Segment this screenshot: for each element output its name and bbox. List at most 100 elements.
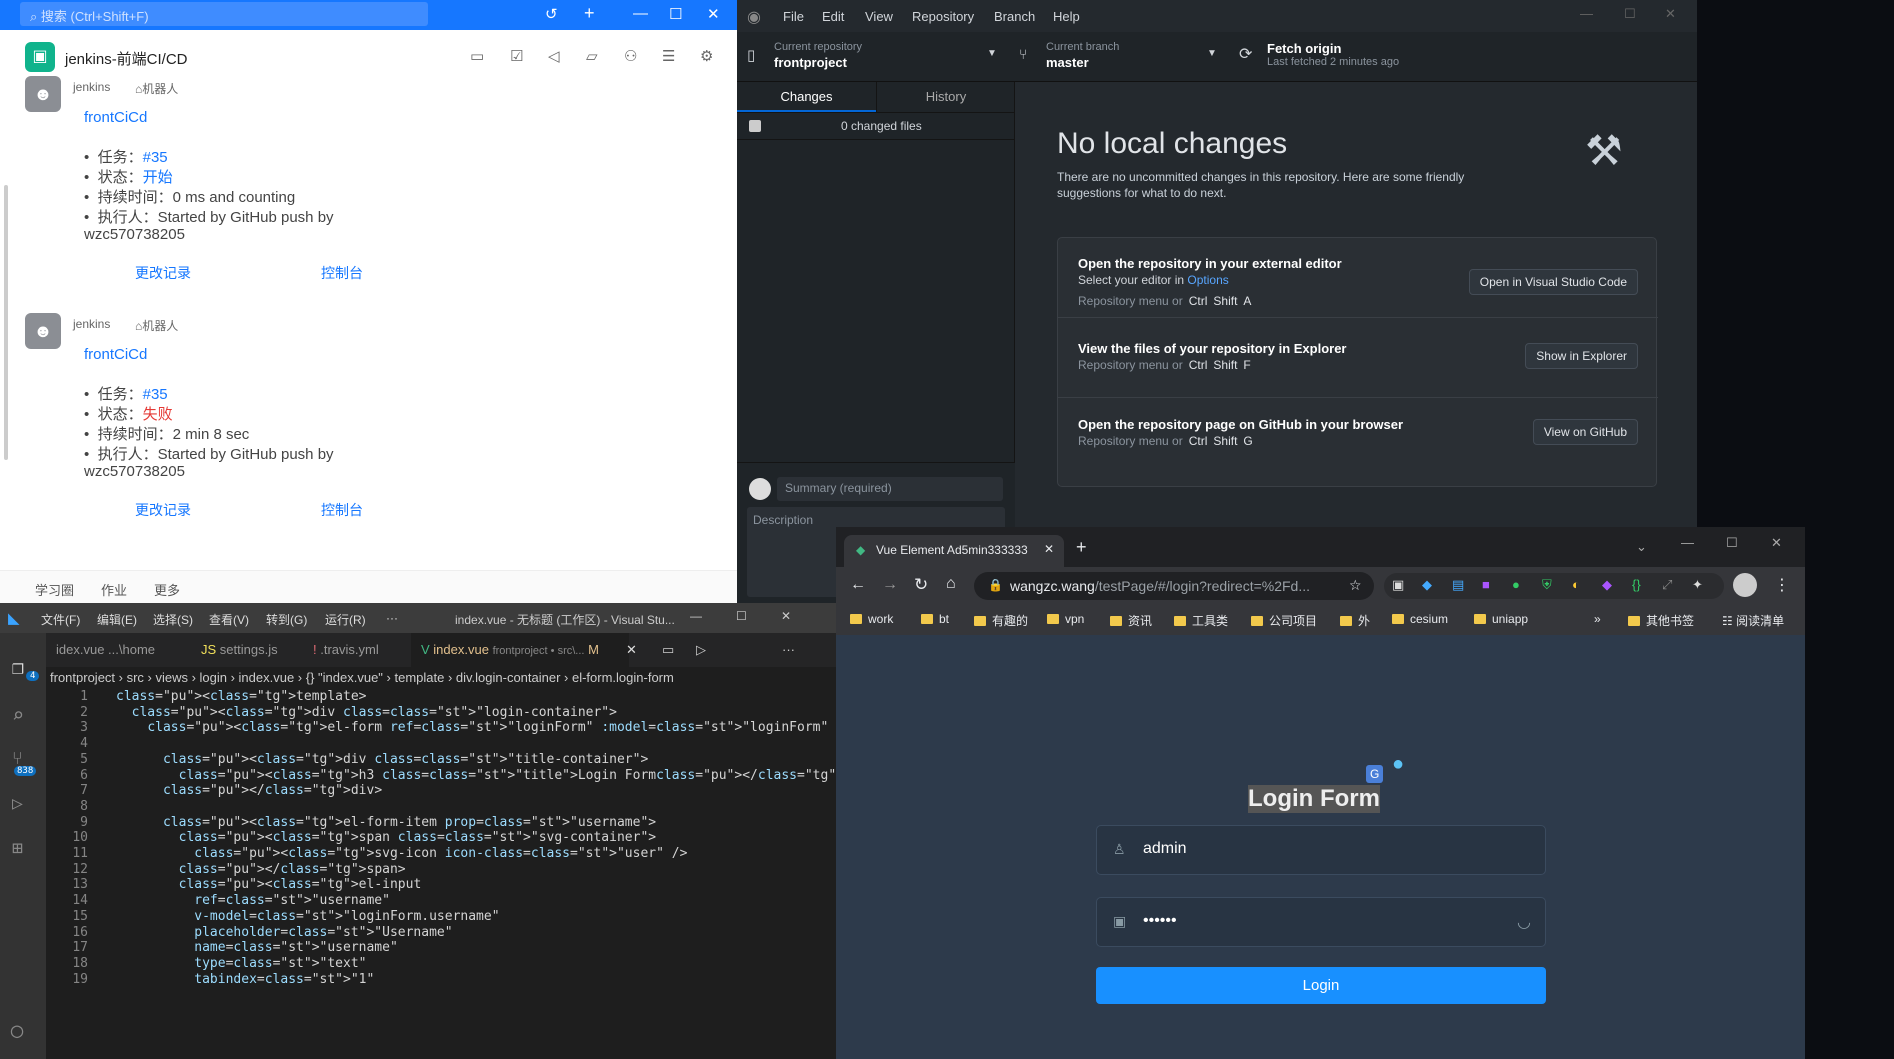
menu-branch[interactable]: Branch — [994, 9, 1035, 24]
code-line[interactable]: class="pu"><class="tg">el-form-item prop… — [116, 815, 656, 830]
bookmark-folder[interactable]: 外 — [1340, 612, 1370, 629]
task-link[interactable]: #35 — [143, 149, 168, 166]
minimize-icon[interactable]: — — [1681, 535, 1694, 550]
show-in-explorer-button[interactable]: Show in Explorer — [1525, 343, 1638, 369]
menu-edit[interactable]: 编辑(E) — [97, 611, 137, 628]
code-line[interactable]: class="pu"></class="tg">div> — [116, 783, 382, 798]
menu-repository[interactable]: Repository — [912, 9, 974, 24]
translate-icon[interactable]: G — [1366, 765, 1384, 783]
maximize-icon[interactable]: ☐ — [1726, 535, 1738, 551]
extension-icon[interactable]: ● — [1512, 577, 1520, 592]
code-editor[interactable]: 1 class="pu"><class="tg">template> 2 class… — [46, 689, 836, 1059]
task-link[interactable]: #35 — [143, 386, 168, 403]
extension-icon[interactable]: ▤ — [1452, 577, 1464, 593]
scrollbar[interactable] — [4, 185, 8, 460]
extensions-puzzle-icon[interactable]: ✦ — [1692, 577, 1703, 593]
announce-icon[interactable]: ◁ — [548, 47, 560, 65]
search-history-icon[interactable]: ☰ — [662, 47, 675, 65]
changes-link[interactable]: 更改记录 — [135, 500, 191, 520]
account-icon[interactable]: ◯ — [11, 1018, 23, 1042]
bookmark-folder[interactable]: 资讯 — [1110, 612, 1152, 629]
eye-closed-icon[interactable]: ◡ — [1517, 912, 1531, 932]
add-member-icon[interactable]: ⚇ — [624, 47, 637, 65]
code-line[interactable]: class="pu"><class="tg">el-input — [116, 877, 422, 892]
view-on-github-button[interactable]: View on GitHub — [1532, 419, 1638, 445]
profile-avatar[interactable] — [1733, 573, 1757, 597]
reading-list[interactable]: ☷ 阅读清单 — [1722, 612, 1784, 629]
forward-icon[interactable]: → — [882, 576, 898, 594]
more-actions-icon[interactable]: ··· — [782, 642, 795, 657]
code-line[interactable]: name=class="st">"username" — [116, 940, 398, 955]
run-icon[interactable]: ▷ — [696, 642, 706, 658]
close-icon[interactable]: ✕ — [1665, 6, 1676, 22]
close-tab-icon[interactable]: ✕ — [1044, 542, 1054, 556]
add-icon[interactable]: + — [584, 3, 595, 24]
tab-travis[interactable]: ! .travis.yml — [303, 633, 389, 667]
extension-icon[interactable]: ◆ — [1422, 577, 1432, 593]
tab-index-vue-active[interactable]: V index.vue frontproject • src\... M — [411, 633, 629, 667]
menu-go[interactable]: 转到(G) — [266, 611, 307, 628]
menu-view[interactable]: View — [865, 9, 893, 24]
bookmark-folder[interactable]: work — [850, 612, 893, 626]
menu-file[interactable]: 文件(F) — [41, 611, 80, 628]
password-field[interactable]: ▣ •••••• ◡ — [1096, 897, 1546, 947]
menu-edit[interactable]: Edit — [822, 9, 844, 24]
breadcrumb[interactable]: frontproject › src › views › login › ind… — [46, 667, 836, 689]
task-icon[interactable]: ☑ — [510, 47, 523, 65]
minimize-icon[interactable]: — — [690, 609, 702, 623]
bookmark-folder[interactable]: 有趣的 — [974, 612, 1028, 629]
menu-help[interactable]: Help — [1053, 9, 1080, 24]
home-icon[interactable]: ⌂ — [946, 575, 956, 593]
new-tab-icon[interactable]: + — [1076, 537, 1087, 558]
bookmark-folder[interactable]: cesium — [1392, 612, 1448, 626]
code-line[interactable]: ref=class="st">"username" — [116, 893, 390, 908]
tab-changes[interactable]: Changes — [737, 82, 876, 112]
code-line[interactable]: class="pu"><class="tg">svg-icon icon-cla… — [116, 846, 687, 861]
close-icon[interactable]: ✕ — [707, 5, 720, 23]
maximize-icon[interactable]: ☐ — [669, 5, 682, 23]
console-link[interactable]: 控制台 — [321, 500, 363, 520]
tab-search-icon[interactable]: ⌄ — [1636, 539, 1647, 555]
history-icon[interactable]: ↺ — [545, 5, 558, 23]
open-in-vscode-button[interactable]: Open in Visual Studio Code — [1468, 269, 1638, 295]
menu-run[interactable]: 运行(R) — [325, 611, 366, 628]
extensions-icon[interactable]: ⊞ — [12, 838, 23, 859]
address-bar[interactable]: 🔒 wangzc.wang/testPage/#/login?redirect=… — [974, 572, 1374, 600]
search-input[interactable]: ⌕ 搜索 (Ctrl+Shift+F) — [20, 2, 428, 26]
video-icon[interactable]: ▭ — [470, 47, 484, 65]
bookmark-folder[interactable]: bt — [921, 612, 949, 626]
options-link[interactable]: Options — [1187, 273, 1228, 287]
tab-homework[interactable]: 作业 — [101, 580, 127, 599]
bookmark-folder[interactable]: 公司项目 — [1251, 612, 1317, 629]
menu-file[interactable]: File — [783, 9, 804, 24]
code-line[interactable]: v-model=class="st">"loginForm.username" — [116, 909, 499, 924]
search-icon[interactable]: ⌕ — [12, 703, 24, 727]
maximize-icon[interactable]: ☐ — [736, 609, 747, 623]
menu-selection[interactable]: 选择(S) — [153, 611, 193, 628]
bookmark-star-icon[interactable]: ☆ — [1349, 577, 1362, 594]
tab-index-home[interactable]: idex.vue ...\home — [46, 633, 165, 667]
bookmark-folder[interactable]: 工具类 — [1174, 612, 1228, 629]
folder-icon[interactable]: ▱ — [586, 47, 598, 65]
gear-icon[interactable]: ⚙ — [700, 47, 713, 65]
minimize-icon[interactable]: — — [633, 5, 648, 22]
run-debug-icon[interactable]: ▷ — [12, 793, 23, 814]
extension-icon[interactable]: ■ — [1482, 577, 1490, 592]
close-icon[interactable]: ✕ — [1771, 535, 1782, 551]
code-line[interactable]: class="pu"><class="tg">span class=class=… — [116, 830, 656, 845]
browser-tab[interactable]: ◆ Vue Element Ad5min333333 ✕ — [844, 535, 1064, 567]
reload-icon[interactable]: ↻ — [914, 575, 928, 595]
extension-icon[interactable]: ▣ — [1392, 577, 1404, 593]
extension-icon[interactable]: {} — [1632, 577, 1641, 592]
code-line[interactable]: tabindex=class="st">"1" — [116, 972, 374, 987]
code-line[interactable]: type=class="st">"text" — [116, 956, 366, 971]
more-bookmarks-icon[interactable]: » — [1594, 612, 1601, 626]
shield-icon[interactable]: ⛨ — [1542, 577, 1552, 593]
tab-learning[interactable]: 学习圈 — [35, 580, 74, 599]
minimap[interactable] — [720, 689, 800, 989]
summary-input[interactable]: Summary (required) — [777, 477, 1003, 501]
close-tab-icon[interactable]: ✕ — [626, 642, 637, 658]
tab-settings[interactable]: JS settings.js — [191, 633, 288, 667]
extension-icon[interactable]: ◐ — [1572, 577, 1580, 592]
code-line[interactable]: placeholder=class="st">"Username" — [116, 925, 452, 940]
